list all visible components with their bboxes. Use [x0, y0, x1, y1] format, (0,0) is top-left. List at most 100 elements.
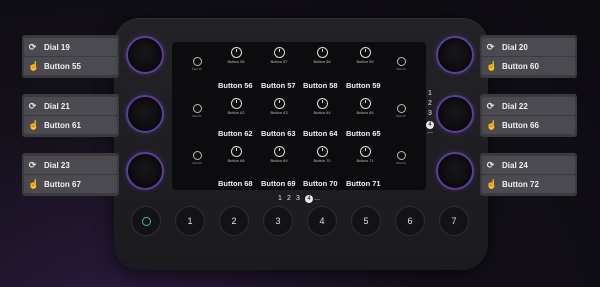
knob-right-3[interactable] — [436, 152, 474, 190]
press-hand-icon: ☝ — [28, 60, 40, 71]
button-name: Button 63 — [261, 129, 296, 138]
icon-label: Button 62 — [227, 110, 245, 115]
dial-label: Dial 19 — [44, 42, 70, 52]
knob-right-1[interactable] — [436, 36, 474, 74]
bottom-page-more[interactable]: ... — [313, 195, 321, 202]
button-label: Button 67 — [44, 179, 81, 189]
press-hand-icon: ☝ — [486, 178, 498, 189]
press-hand-icon: ☝ — [486, 119, 498, 130]
rotate-icon: ⟳ — [28, 100, 37, 111]
hardware-button-3[interactable]: 3 — [263, 206, 293, 236]
button-name: Button 70 — [303, 179, 338, 188]
screen-button[interactable]: Button 57 — [266, 47, 292, 64]
screen-button[interactable]: Button 68 — [223, 146, 249, 163]
dial-assignment[interactable]: ⟳ Dial 24 — [482, 156, 575, 174]
button-assignment[interactable]: ☝ Button 55 — [24, 57, 117, 75]
knob-left-2[interactable] — [126, 95, 164, 133]
dial-assignment[interactable]: ⟳ Dial 19 — [24, 38, 117, 56]
page-indicator-1[interactable]: 1 — [426, 90, 434, 97]
dial-icon — [316, 47, 328, 58]
bottom-page-2[interactable]: 2 — [285, 195, 293, 202]
page-indicator-3[interactable]: 3 — [426, 110, 434, 117]
screen-button[interactable]: Button 65 — [352, 98, 378, 115]
dial-label: Dial 23 — [44, 160, 70, 170]
button-name: Button 68 — [218, 179, 253, 188]
small-dial-label: Dial 22 — [396, 114, 406, 118]
screen-button[interactable]: Button 59 — [352, 47, 378, 64]
button-label: Button 60 — [502, 61, 539, 71]
hardware-button-7[interactable]: 7 — [439, 206, 469, 236]
dial-small-icon — [193, 151, 202, 160]
rotate-icon: ⟳ — [28, 159, 37, 170]
dial-icon — [273, 47, 285, 58]
hardware-button-1[interactable]: 1 — [175, 206, 205, 236]
small-dial-label: Dial 23 — [192, 161, 202, 165]
dial-icon — [316, 146, 328, 157]
screen-button[interactable]: Button 56 — [223, 47, 249, 64]
hardware-button-4[interactable]: 4 — [307, 206, 337, 236]
dial-icon — [230, 146, 242, 157]
button-assignment[interactable]: ☝ Button 67 — [24, 175, 117, 193]
dial-label: Dial 20 — [502, 42, 528, 52]
button-assignment[interactable]: ☝ Button 61 — [24, 116, 117, 134]
right-panel-2: ⟳ Dial 22 ☝ Button 66 — [480, 94, 577, 137]
touch-screen[interactable] — [172, 42, 426, 190]
hardware-button-6[interactable]: 6 — [395, 206, 425, 236]
icon-label: Button 57 — [270, 59, 288, 64]
screen-button[interactable]: Button 63 — [266, 98, 292, 115]
hardware-button-5[interactable]: 5 — [351, 206, 381, 236]
page-indicator-2[interactable]: 2 — [426, 100, 434, 107]
right-panel-3: ⟳ Dial 24 ☝ Button 72 — [480, 153, 577, 196]
button-label: Button 55 — [44, 61, 81, 71]
left-panel-3: ⟳ Dial 23 ☝ Button 67 — [22, 153, 119, 196]
button-label: Button 66 — [502, 120, 539, 130]
rotate-icon: ⟳ — [486, 100, 495, 111]
button-name: Button 64 — [303, 129, 338, 138]
button-label: Button 61 — [44, 120, 81, 130]
dial-assignment[interactable]: ⟳ Dial 22 — [482, 97, 575, 115]
button-name: Button 58 — [303, 81, 338, 90]
button-name: Button 56 — [218, 81, 253, 90]
icon-label: Button 59 — [356, 59, 374, 64]
bottom-page-1[interactable]: 1 — [276, 195, 284, 202]
dial-small-icon — [397, 57, 406, 66]
press-hand-icon: ☝ — [486, 60, 498, 71]
press-hand-icon: ☝ — [28, 178, 40, 189]
screen-button[interactable]: Button 64 — [309, 98, 335, 115]
icon-label: Button 70 — [313, 158, 331, 163]
small-dial-label: Dial 20 — [396, 67, 406, 71]
knob-left-1[interactable] — [126, 36, 164, 74]
button-name: Button 69 — [261, 179, 296, 188]
rotate-icon: ⟳ — [486, 41, 495, 52]
button-assignment[interactable]: ☝ Button 66 — [482, 116, 575, 134]
dial-icon — [230, 98, 242, 109]
screen-button[interactable]: Button 70 — [309, 146, 335, 163]
left-panel-1: ⟳ Dial 19 ☝ Button 55 — [22, 35, 119, 78]
hardware-button-2[interactable]: 2 — [219, 206, 249, 236]
page-indicator-more[interactable]: ... — [426, 128, 434, 135]
bottom-page-4[interactable]: 4 — [305, 195, 313, 203]
dial-assignment[interactable]: ⟳ Dial 21 — [24, 97, 117, 115]
bottom-page-3[interactable]: 3 — [294, 195, 302, 202]
press-hand-icon: ☝ — [28, 119, 40, 130]
knob-left-3[interactable] — [126, 152, 164, 190]
button-name: Button 62 — [218, 129, 253, 138]
screen-button[interactable]: Button 69 — [266, 146, 292, 163]
button-name: Button 71 — [346, 179, 381, 188]
dial-small-icon — [397, 151, 406, 160]
dial-icon — [316, 98, 328, 109]
screen-button[interactable]: Button 58 — [309, 47, 335, 64]
screen-button[interactable]: Button 62 — [223, 98, 249, 115]
icon-label: Button 58 — [313, 59, 331, 64]
dial-assignment[interactable]: ⟳ Dial 20 — [482, 38, 575, 56]
dial-icon — [273, 146, 285, 157]
dial-label: Dial 22 — [502, 101, 528, 111]
icon-label: Button 64 — [313, 110, 331, 115]
home-button[interactable] — [131, 206, 161, 236]
dial-icon — [359, 146, 371, 157]
button-assignment[interactable]: ☝ Button 72 — [482, 175, 575, 193]
dial-assignment[interactable]: ⟳ Dial 23 — [24, 156, 117, 174]
screen-button[interactable]: Button 71 — [352, 146, 378, 163]
knob-right-2[interactable] — [436, 95, 474, 133]
button-assignment[interactable]: ☝ Button 60 — [482, 57, 575, 75]
